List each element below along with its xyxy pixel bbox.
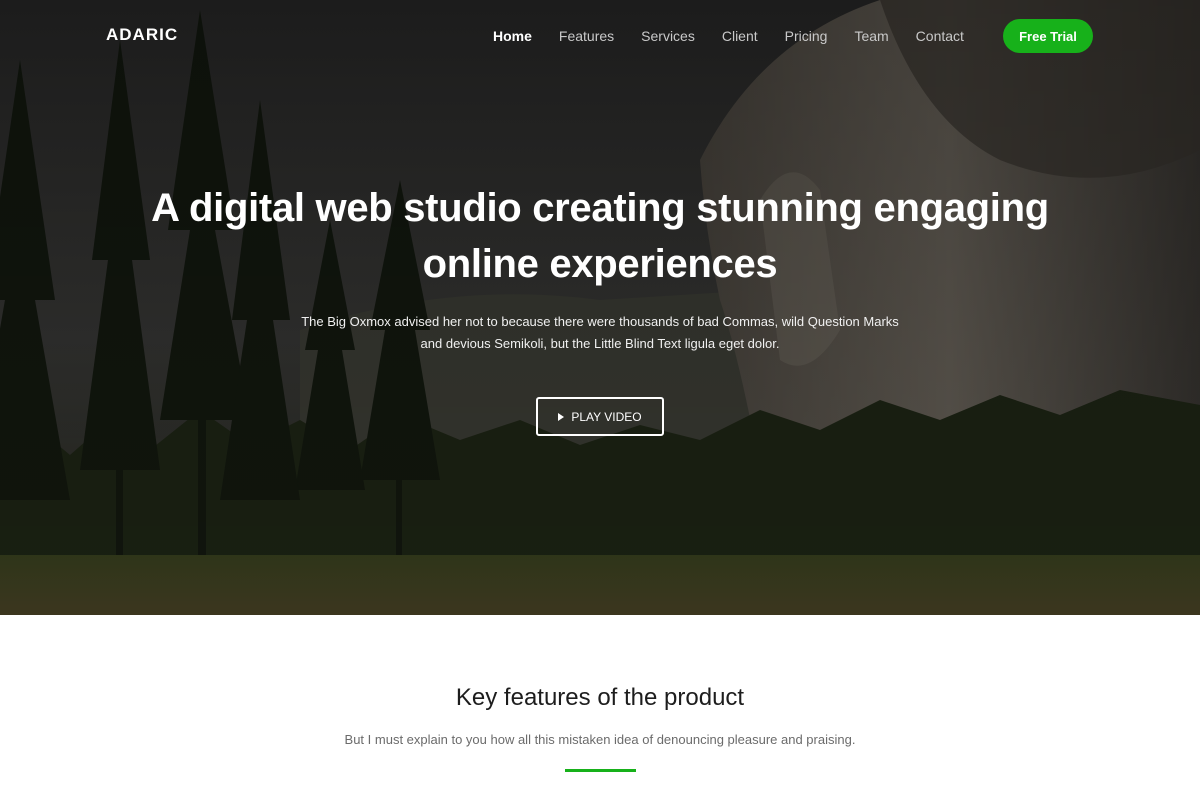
nav-item-pricing[interactable]: Pricing (785, 26, 828, 46)
nav-item-contact[interactable]: Contact (916, 26, 964, 46)
hero-section: ADARIC Home Features Services Client Pri… (0, 0, 1200, 615)
hero-background-image (0, 0, 1200, 615)
nav-menu: Home Features Services Client Pricing Te… (478, 26, 991, 46)
nav-item-home[interactable]: Home (493, 26, 532, 46)
play-video-label: PLAY VIDEO (571, 409, 642, 424)
features-title: Key features of the product (455, 684, 745, 711)
top-navbar: ADARIC Home Features Services Client Pri… (0, 0, 1200, 72)
nav-item-team[interactable]: Team (854, 26, 888, 46)
nav-item-features[interactable]: Features (559, 26, 614, 46)
hero-title: A digital web studio creating stunning e… (151, 186, 1049, 286)
features-subtitle: But I must explain to you how all this m… (344, 732, 856, 747)
brand-logo[interactable]: ADARIC (106, 25, 178, 45)
nav-item-services[interactable]: Services (641, 26, 695, 46)
nav-item-client[interactable]: Client (722, 26, 758, 46)
free-trial-button[interactable]: Free Trial (1003, 19, 1093, 53)
play-icon (558, 412, 565, 421)
hero-subtitle: The Big Oxmox advised her not to because… (301, 314, 899, 351)
play-video-button[interactable]: PLAY VIDEO (536, 397, 664, 436)
section-divider (565, 769, 636, 772)
